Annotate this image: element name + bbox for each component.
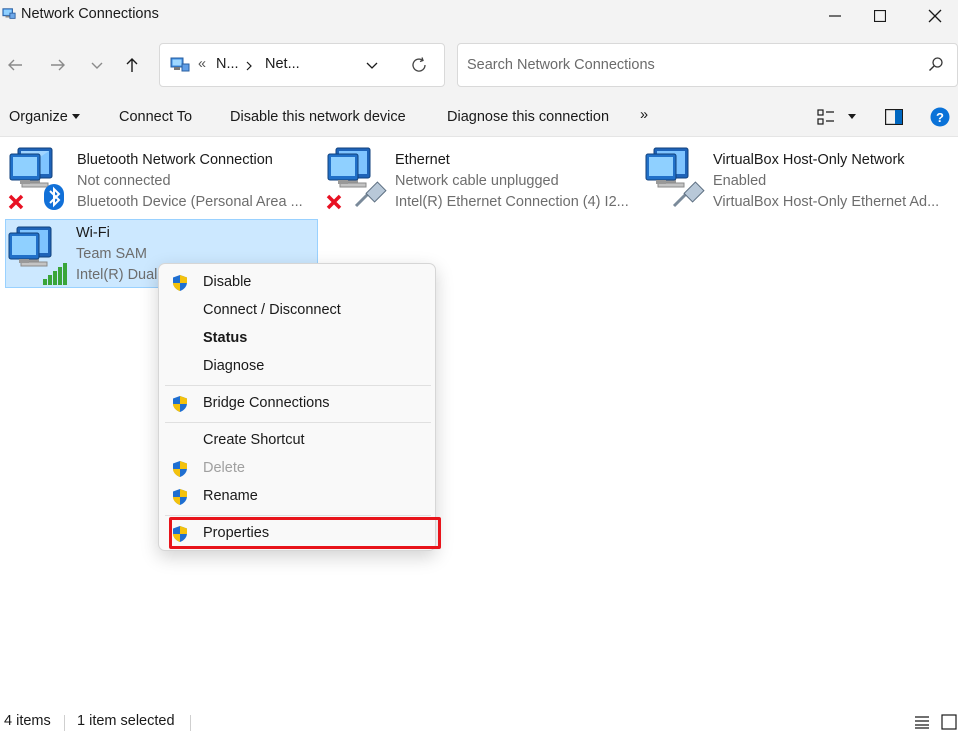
menu-item-delete: Delete (163, 455, 431, 483)
title-bar: Network Connections (0, 0, 958, 32)
menu-item-disable[interactable]: Disable (163, 269, 431, 297)
organize-label: Organize (9, 109, 68, 125)
breadcrumb-separator-icon (246, 61, 252, 71)
maximize-icon (874, 10, 886, 22)
ethernet-network-icon (645, 147, 705, 208)
address-row: « N... Net... (0, 32, 958, 98)
network-connections-app-icon (2, 8, 16, 19)
status-separator (64, 715, 65, 731)
view-options-icon[interactable] (817, 109, 835, 125)
menu-item-label: Status (203, 330, 248, 346)
connect-to-button[interactable]: Connect To (119, 109, 192, 125)
refresh-icon[interactable] (410, 56, 428, 74)
more-commands-button[interactable]: » (640, 107, 648, 123)
menu-separator (165, 422, 431, 423)
menu-separator (165, 515, 431, 516)
arrow-right-icon (51, 59, 65, 71)
connection-name: VirtualBox Host-Only Network (713, 152, 905, 168)
minimize-icon (829, 15, 841, 17)
menu-item-label: Disable (203, 274, 252, 290)
menu-item-bridge-connections[interactable]: Bridge Connections (163, 390, 431, 418)
wifi-network-icon (8, 226, 67, 285)
preview-pane-icon[interactable] (885, 109, 903, 125)
connection-item-virtualbox[interactable]: VirtualBox Host-Only Network Enabled Vir… (642, 140, 954, 210)
address-bar[interactable]: « N... Net... (159, 43, 445, 87)
connection-name: Bluetooth Network Connection (77, 152, 273, 168)
close-button[interactable] (912, 0, 958, 32)
menu-item-diagnose[interactable]: Diagnose (163, 353, 431, 381)
ethernet-network-icon (326, 147, 387, 210)
menu-item-label: Rename (203, 488, 258, 504)
close-icon (928, 9, 942, 23)
connection-status: Enabled (713, 173, 767, 189)
connection-device: VirtualBox Host-Only Ethernet Ad... (713, 194, 940, 210)
network-folder-icon (170, 57, 190, 72)
svg-text:?: ? (936, 110, 944, 125)
bluetooth-network-icon (8, 147, 64, 210)
status-separator (190, 715, 191, 731)
maximize-button[interactable] (857, 0, 903, 32)
minimize-button[interactable] (812, 0, 858, 32)
chevron-down-icon[interactable] (365, 60, 379, 72)
menu-item-label: Bridge Connections (203, 395, 330, 411)
large-icons-view-icon[interactable] (941, 714, 957, 730)
status-bar: 4 items 1 item selected (0, 708, 958, 734)
connection-name: Wi-Fi (76, 225, 110, 241)
menu-item-create-shortcut[interactable]: Create Shortcut (163, 427, 431, 455)
context-menu: Disable Connect / Disconnect Status Diag… (158, 263, 436, 551)
menu-item-rename[interactable]: Rename (163, 483, 431, 511)
help-icon[interactable]: ? (930, 107, 950, 127)
connection-device: Intel(R) Dual (76, 267, 158, 283)
connection-status: Not connected (77, 173, 171, 189)
menu-item-label: Diagnose (203, 358, 265, 374)
breadcrumb-overflow[interactable]: « (198, 56, 206, 72)
chevron-down-icon (91, 62, 103, 69)
caret-down-icon (71, 114, 80, 120)
breadcrumb-item[interactable]: N... (216, 56, 239, 72)
connection-name: Ethernet (395, 152, 450, 168)
connection-item-bluetooth[interactable]: Bluetooth Network Connection Not connect… (6, 140, 318, 210)
uac-shield-icon (173, 489, 187, 505)
menu-item-label: Connect / Disconnect (203, 302, 341, 318)
arrow-left-icon (8, 59, 22, 71)
back-button[interactable] (2, 52, 28, 78)
disable-device-button[interactable]: Disable this network device (230, 109, 406, 125)
up-button[interactable] (119, 52, 145, 78)
uac-shield-icon (173, 396, 187, 412)
organize-button[interactable]: Organize (9, 109, 80, 125)
search-icon[interactable] (928, 56, 944, 72)
menu-separator (165, 385, 431, 386)
command-bar: Organize Connect To Disable this network… (0, 98, 958, 137)
recent-locations-button[interactable] (84, 52, 110, 78)
uac-shield-icon (173, 461, 187, 477)
diagnose-connection-button[interactable]: Diagnose this connection (447, 109, 609, 125)
item-count: 4 items (4, 713, 51, 729)
menu-item-label: Create Shortcut (203, 432, 305, 448)
menu-item-connect-disconnect[interactable]: Connect / Disconnect (163, 297, 431, 325)
properties-highlight-box (169, 517, 441, 549)
forward-button[interactable] (45, 52, 71, 78)
connection-item-ethernet[interactable]: Ethernet Network cable unplugged Intel(R… (324, 140, 636, 210)
window-title: Network Connections (21, 6, 159, 22)
connection-status: Team SAM (76, 246, 147, 262)
search-input[interactable] (467, 54, 907, 76)
connection-device: Bluetooth Device (Personal Area ... (77, 194, 303, 210)
search-box[interactable] (457, 43, 958, 87)
breadcrumb-item[interactable]: Net... (265, 56, 300, 72)
uac-shield-icon (173, 275, 187, 291)
arrow-up-icon (126, 58, 138, 72)
connection-device: Intel(R) Ethernet Connection (4) I2... (395, 194, 629, 210)
selection-count: 1 item selected (77, 713, 175, 729)
caret-down-icon[interactable] (848, 114, 856, 120)
connection-status: Network cable unplugged (395, 173, 559, 189)
details-view-icon[interactable] (914, 715, 930, 729)
menu-item-status[interactable]: Status (163, 325, 431, 353)
menu-item-label: Delete (203, 460, 245, 476)
